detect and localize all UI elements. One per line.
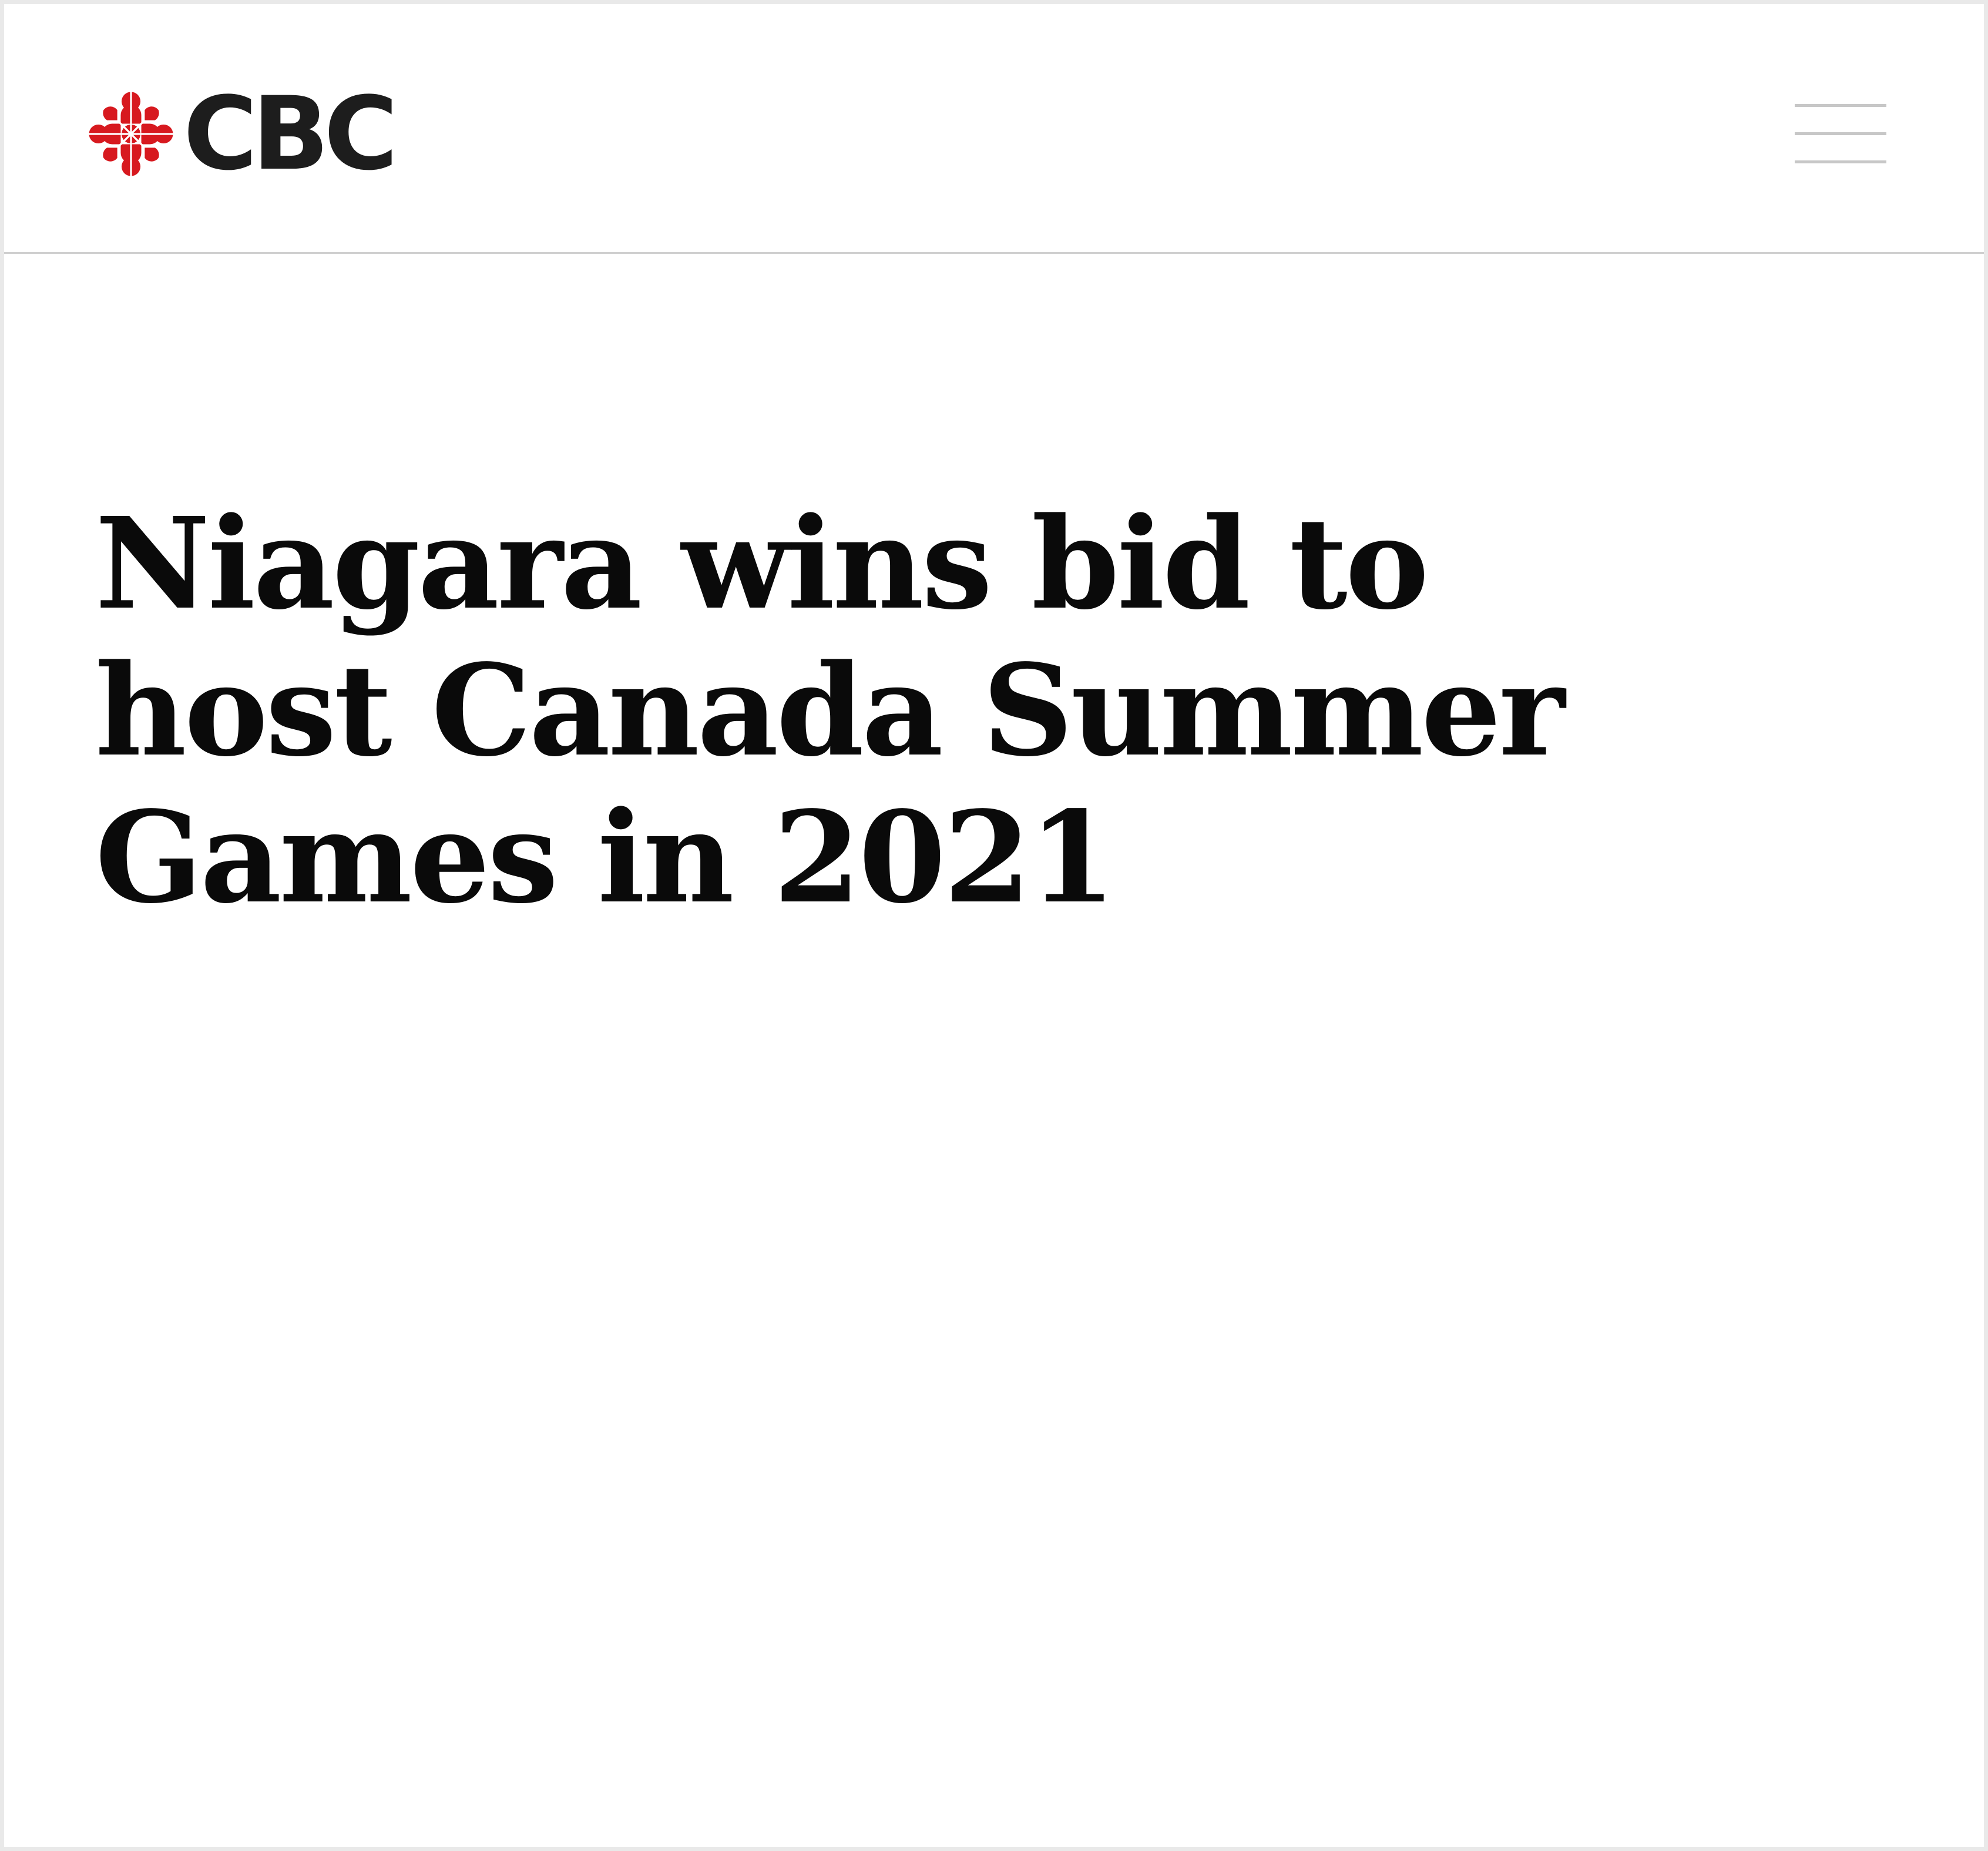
cbc-gem-icon <box>88 91 174 177</box>
article-headline: Niagara wins bid to host Canada Summer G… <box>95 490 1565 931</box>
cbc-wordmark: CBC <box>183 75 398 193</box>
menu-bar-top <box>1795 104 1886 107</box>
site-header: CBC <box>4 4 1984 254</box>
cbc-logo-link[interactable]: CBC <box>88 75 398 193</box>
menu-bar-bottom <box>1795 160 1886 163</box>
hamburger-menu-icon[interactable] <box>1795 103 1886 167</box>
page: CBC Niagara wins bid to host Canada Summ… <box>4 4 1984 1847</box>
menu-bar-middle <box>1795 132 1886 135</box>
